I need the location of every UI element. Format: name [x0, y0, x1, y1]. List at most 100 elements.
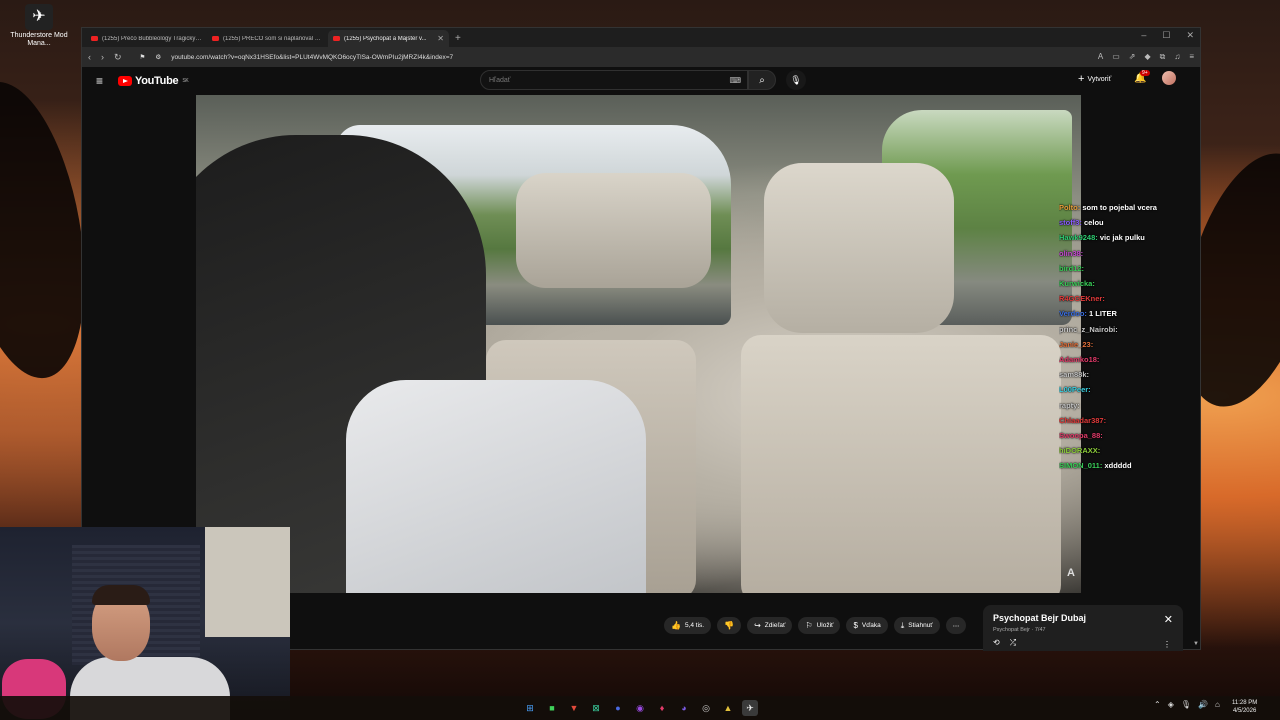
browser-tab[interactable]: (1255) Prečo Bubbleology Tragický Z...: [86, 30, 207, 47]
share-icon[interactable]: ⇗: [1129, 52, 1136, 62]
close-window-icon[interactable]: ✕: [1186, 30, 1194, 41]
save-button[interactable]: ⚐ Uložiť: [798, 617, 841, 634]
url-text: youtube.com/watch?v=oqNx31HSEfo&list=PLU…: [171, 53, 454, 61]
app-icon[interactable]: ◎: [698, 700, 714, 716]
download-button[interactable]: ⤓ Stiahnuť: [893, 617, 940, 634]
youtube-header: ≡ YouTube SK Hľadať ⌨ ⌕ 🎙 + Vytvoriť 🔔 9+: [82, 67, 1200, 95]
webcam-overlay: [0, 527, 290, 720]
forward-icon[interactable]: ›: [101, 52, 104, 62]
shuffle-icon[interactable]: ⤮: [1010, 638, 1016, 648]
system-clock[interactable]: 11:28 PM 4/5/2026: [1232, 699, 1257, 715]
chat-username: sam88k:: [1059, 370, 1090, 380]
desktop-icon-thunderstore[interactable]: ✈ Thunderstore Mod Mana...: [4, 4, 74, 48]
close-playlist-icon[interactable]: ✕: [1164, 613, 1173, 626]
brave-icon[interactable]: ▼: [566, 700, 582, 716]
headrest: [516, 173, 711, 288]
avatar[interactable]: [1162, 71, 1176, 85]
chat-username: L00Peer:: [1059, 385, 1091, 395]
browser-tab[interactable]: (1255) PREČO som si naplánoval vlastné..…: [207, 30, 328, 47]
screen-icon[interactable]: ▭: [1112, 52, 1120, 62]
country-code: SK: [182, 78, 189, 84]
chat-username: SIMON_011:: [1059, 461, 1103, 471]
search-icon: ⌕: [759, 74, 765, 86]
chat-message: Kurwicka:: [1059, 276, 1184, 291]
extensions-icon[interactable]: ⧉: [1160, 52, 1166, 62]
system-tray: ⌃ ◈ 🎙 🔊 ⌂: [1154, 700, 1220, 709]
thunderstore-taskbar-icon[interactable]: ✈: [742, 700, 758, 716]
chat-text: som to pojebal vcera: [1082, 203, 1157, 212]
chat-message: hiDORAXX:: [1059, 443, 1184, 458]
shield-icon[interactable]: ◆: [1144, 52, 1150, 62]
reload-icon[interactable]: ↻: [114, 52, 122, 63]
translate-icon[interactable]: A: [1098, 52, 1103, 62]
chat-message: Polto: som to pojebal vcera: [1059, 200, 1184, 215]
window-controls: – ☐ ✕: [1141, 30, 1194, 41]
chat-message: rapty:: [1059, 398, 1184, 413]
more-actions-button[interactable]: ⋯: [945, 617, 967, 634]
site-info-icon[interactable]: ⚙: [155, 53, 161, 61]
notifications-button[interactable]: 🔔 9+: [1134, 70, 1150, 84]
mic-tray-icon[interactable]: 🎙: [1181, 700, 1191, 709]
keyboard-icon[interactable]: ⌨: [729, 76, 741, 85]
youtube-logo[interactable]: YouTube SK: [118, 75, 189, 87]
menu-icon[interactable]: ≡: [1189, 52, 1194, 62]
thumbs-up-icon: 👍: [671, 621, 681, 630]
tray-app-icon[interactable]: ◈: [1168, 700, 1174, 709]
windows-start-icon[interactable]: ⊞: [522, 700, 538, 716]
discord-icon[interactable]: ◕: [676, 700, 692, 716]
obs-icon[interactable]: ◉: [632, 700, 648, 716]
create-button[interactable]: + Vytvoriť: [1078, 73, 1111, 85]
scroll-down-icon[interactable]: ▼: [1193, 641, 1199, 647]
video-player[interactable]: A: [196, 95, 1081, 593]
hamburger-menu-icon[interactable]: ≡: [96, 74, 103, 88]
thanks-button[interactable]: $ Vďaka: [846, 617, 888, 634]
minimize-icon[interactable]: –: [1141, 30, 1146, 41]
chat-message: Hawk9248: vic jak pulku: [1059, 230, 1184, 245]
like-button[interactable]: 👍 5,4 tis.: [664, 617, 712, 634]
thumbs-down-icon: 👎: [724, 621, 735, 630]
playlist-subtitle: Psychopat Bejr · 7/47: [993, 627, 1046, 633]
browser-tab-active[interactable]: (1255) Psychopat a Majster v... ✕: [328, 30, 449, 47]
thanks-label: Vďaka: [861, 622, 881, 629]
playlist-menu-icon[interactable]: ⋮: [1163, 640, 1171, 649]
search-input[interactable]: Hľadať ⌨: [480, 70, 748, 90]
create-label: Vytvoriť: [1087, 75, 1112, 83]
taskbar: ⊞ ■ ▼ ⊠ ● ◉ ♦ ◕ ◎ ▲ ✈ ⌃ ◈ 🎙 🔊 ⌂ 11:28 PM…: [0, 696, 1280, 720]
taskbar-apps: ⊞ ■ ▼ ⊠ ● ◉ ♦ ◕ ◎ ▲ ✈: [522, 700, 758, 716]
tab-title: (1255) PREČO som si naplánoval vlastné..…: [223, 35, 323, 42]
app-icon[interactable]: ■: [544, 700, 560, 716]
voice-search-button[interactable]: 🎙: [786, 70, 806, 90]
chat-text: celou: [1084, 218, 1104, 228]
new-tab-button[interactable]: +: [449, 30, 467, 47]
playlist-title[interactable]: Psychopat Bejr Dubaj: [993, 613, 1086, 623]
chevron-up-icon[interactable]: ⌃: [1154, 700, 1161, 709]
notification-badge: 9+: [1140, 70, 1150, 76]
thunderstore-icon: ✈: [25, 4, 53, 30]
chat-username: Kurwicka:: [1059, 279, 1095, 289]
search-button[interactable]: ⌕: [748, 70, 776, 90]
share-button[interactable]: ↪ Zdieľať: [747, 617, 793, 634]
volume-icon[interactable]: 🔊: [1198, 700, 1208, 709]
app-icon[interactable]: ▲: [720, 700, 736, 716]
maximize-icon[interactable]: ☐: [1162, 30, 1170, 41]
back-icon[interactable]: ‹: [88, 52, 91, 62]
like-count: 5,4 tis.: [684, 622, 705, 629]
chat-username: Swoopa_88:: [1059, 431, 1103, 441]
loop-icon[interactable]: ⟲: [993, 638, 1000, 648]
chat-username: Polto:: [1059, 203, 1081, 212]
dislike-button[interactable]: 👎: [717, 617, 742, 634]
more-icon: ⋯: [952, 622, 960, 630]
app-icon[interactable]: ♦: [654, 700, 670, 716]
address-bar[interactable]: ⚑ ⚙ youtube.com/watch?v=oqNx31HSEfo&list…: [132, 53, 1088, 62]
close-tab-icon[interactable]: ✕: [437, 34, 444, 43]
bookmark-icon[interactable]: ⚑: [140, 53, 146, 61]
network-icon[interactable]: ⌂: [1215, 700, 1220, 709]
chat-username: stoff3:: [1059, 218, 1082, 228]
app-icon[interactable]: ●: [610, 700, 626, 716]
chat-username: Verdoo:: [1059, 309, 1087, 319]
xbox-icon[interactable]: ⊠: [588, 700, 604, 716]
youtube-favicon-icon: [333, 36, 340, 41]
share-label: Zdieľať: [764, 622, 786, 629]
music-icon[interactable]: ♫: [1174, 52, 1180, 62]
channel-watermark-icon[interactable]: A: [1067, 567, 1075, 579]
